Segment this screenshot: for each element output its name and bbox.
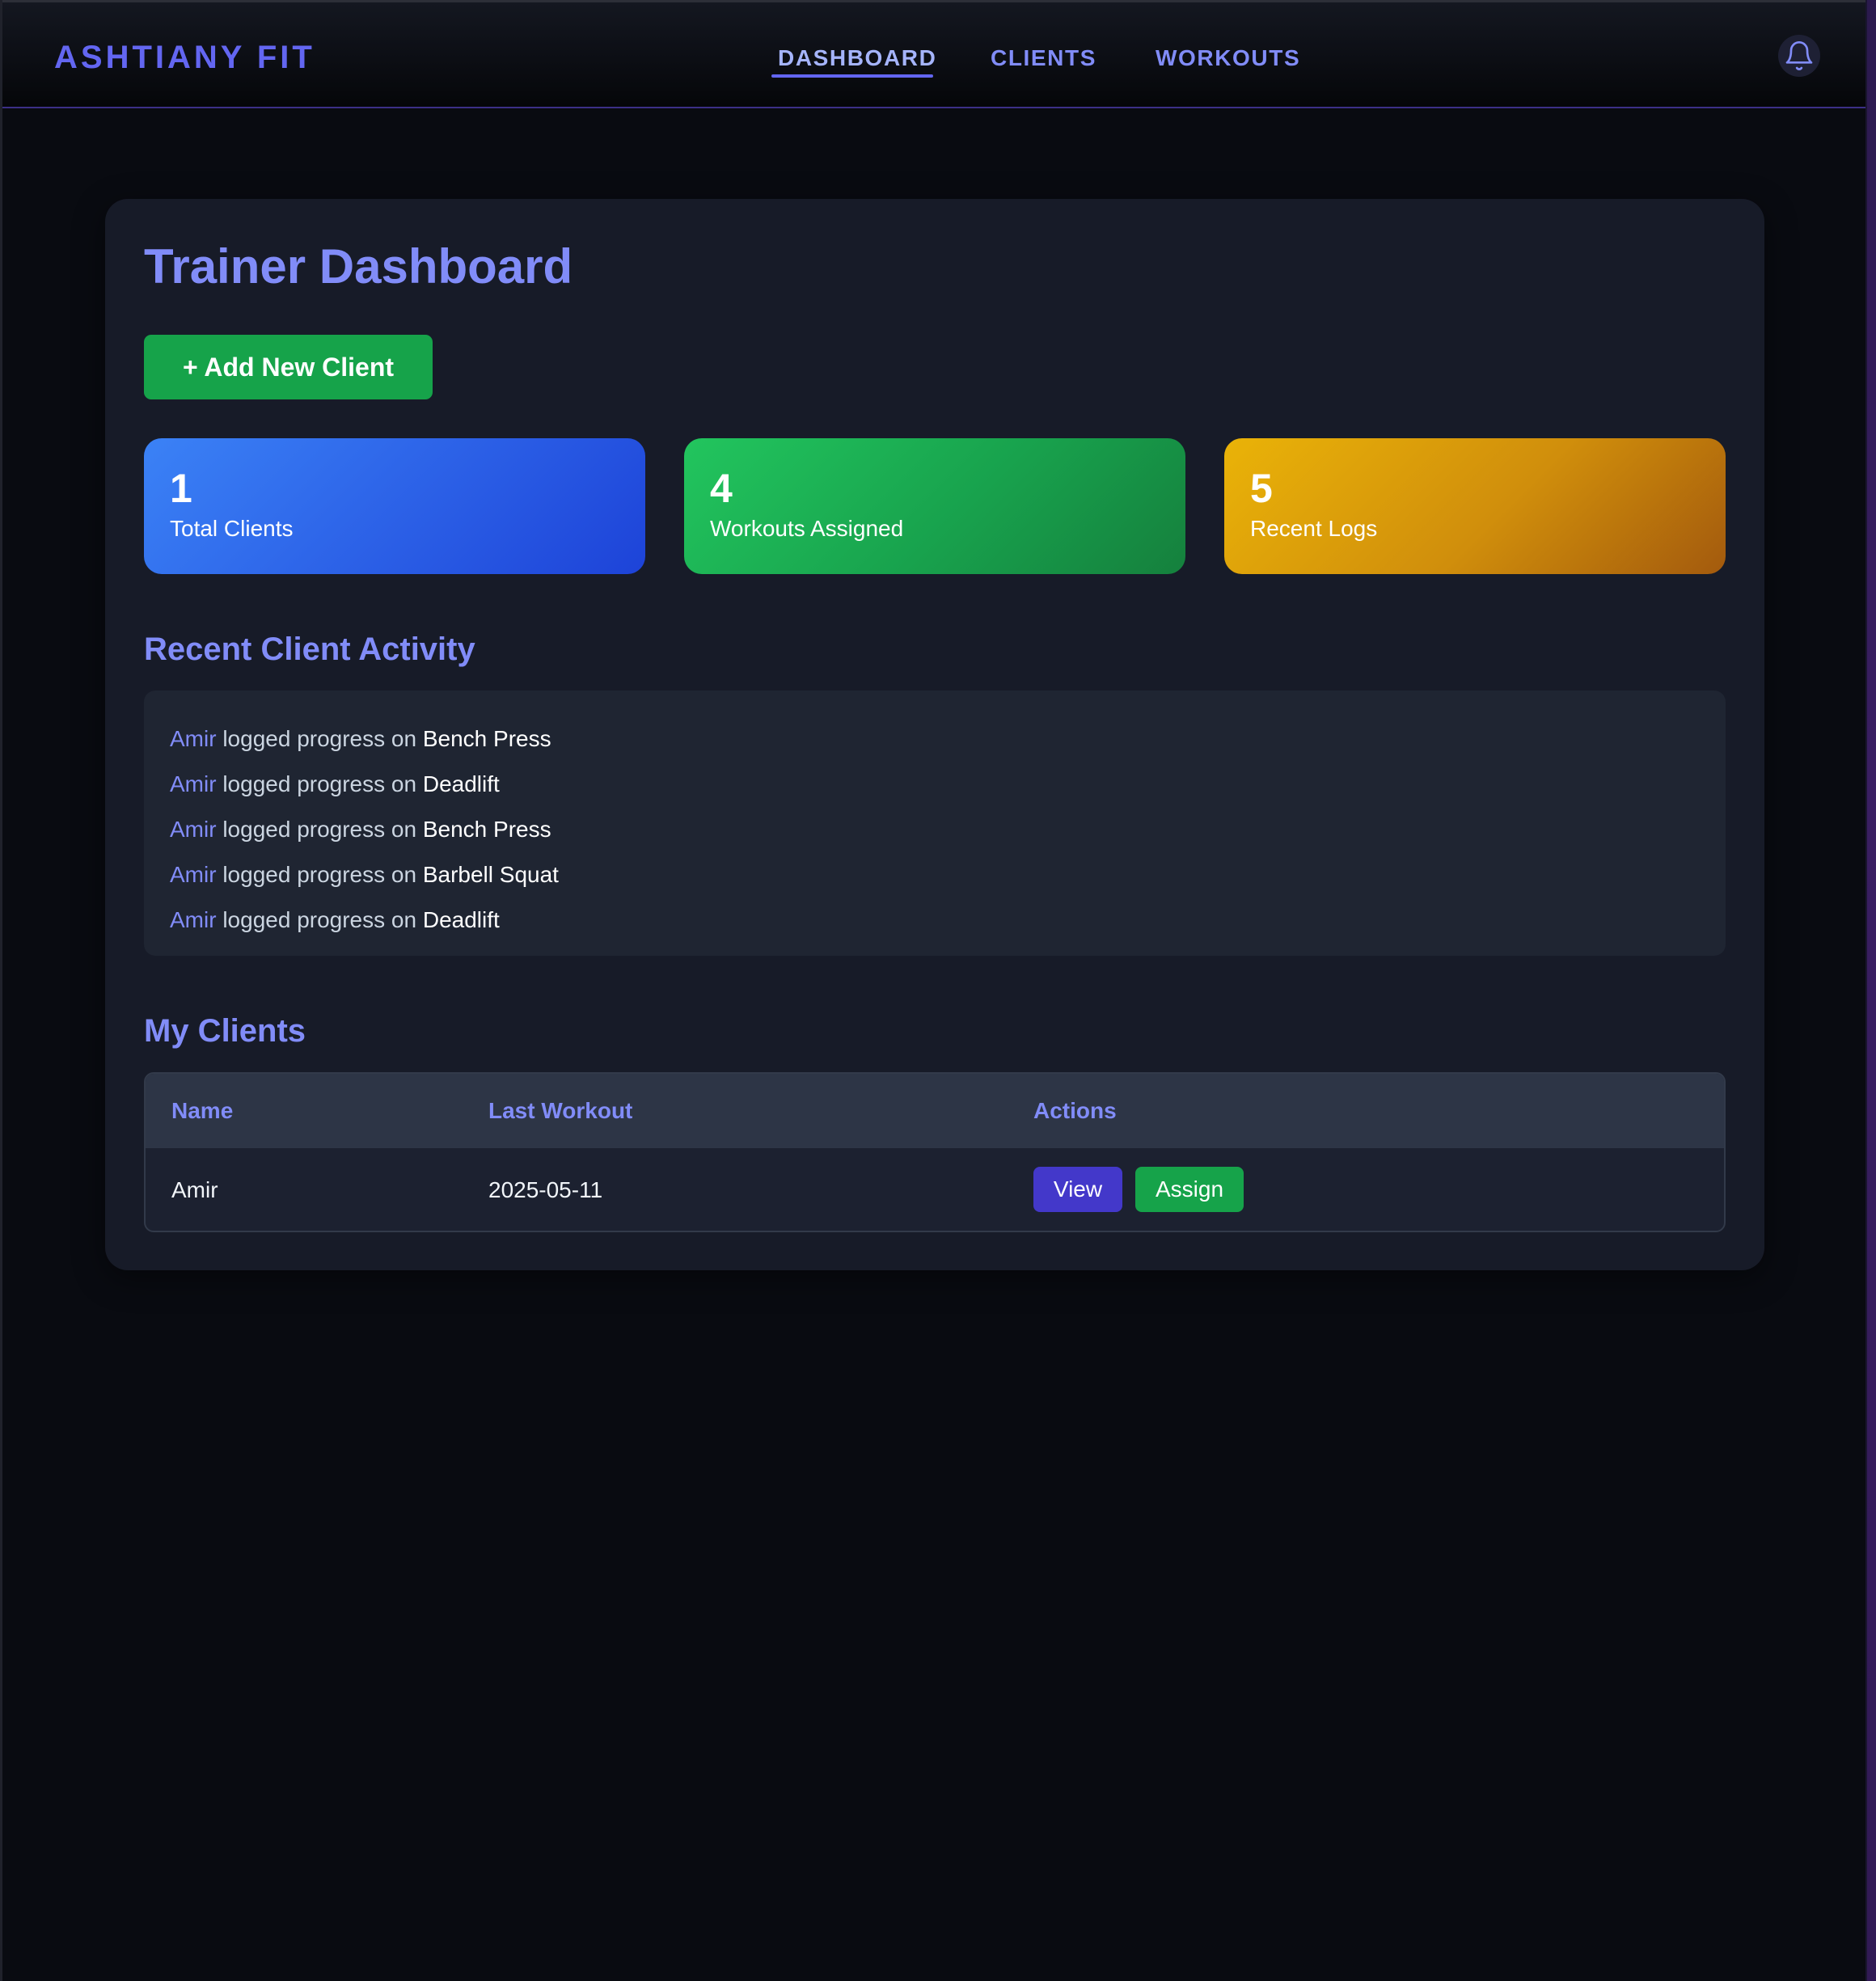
activity-client-link[interactable]: Amir bbox=[170, 771, 217, 796]
activity-exercise: Bench Press bbox=[422, 726, 551, 751]
client-name-cell: Amir bbox=[171, 1177, 218, 1202]
activity-item: Amir logged progress on Deadlift bbox=[170, 762, 1700, 807]
activity-item: Amir logged progress on Bench Press bbox=[170, 716, 1700, 762]
dashboard-panel: Trainer Dashboard + Add New Client 1 Tot… bbox=[105, 199, 1764, 1270]
activity-connector: logged progress on bbox=[222, 817, 417, 842]
stat-label: Total Clients bbox=[170, 516, 294, 541]
top-navbar: ASHTIANY FIT DASHBOARD CLIENTS WORKOUTS bbox=[2, 0, 1865, 108]
activity-item: Amir logged progress on Deadlift bbox=[170, 898, 1700, 943]
stat-value: 5 bbox=[1250, 466, 1273, 511]
column-header-name[interactable]: Name bbox=[171, 1096, 233, 1126]
view-client-button[interactable]: View bbox=[1033, 1167, 1122, 1212]
nav-clients[interactable]: CLIENTS bbox=[991, 43, 1096, 74]
stat-card-total-clients: 1 Total Clients bbox=[144, 438, 645, 574]
nav-workouts[interactable]: WORKOUTS bbox=[1156, 43, 1300, 74]
stat-card-recent-logs: 5 Recent Logs bbox=[1224, 438, 1726, 574]
activity-client-link[interactable]: Amir bbox=[170, 817, 217, 842]
stat-card-workouts-assigned: 4 Workouts Assigned bbox=[684, 438, 1185, 574]
add-new-client-button[interactable]: + Add New Client bbox=[144, 335, 433, 399]
notifications-button[interactable] bbox=[1778, 35, 1820, 77]
window-right-divider bbox=[1865, 0, 1867, 1981]
my-clients-heading: My Clients bbox=[144, 1013, 306, 1049]
activity-connector: logged progress on bbox=[222, 862, 417, 887]
last-workout-cell: 2025-05-11 bbox=[488, 1177, 603, 1202]
recent-activity-heading: Recent Client Activity bbox=[144, 631, 475, 667]
activity-exercise: Deadlift bbox=[422, 907, 500, 932]
assign-workout-button[interactable]: Assign bbox=[1135, 1167, 1244, 1212]
activity-connector: logged progress on bbox=[222, 907, 417, 932]
activity-client-link[interactable]: Amir bbox=[170, 726, 217, 751]
stat-label: Recent Logs bbox=[1250, 516, 1378, 541]
activity-client-link[interactable]: Amir bbox=[170, 907, 217, 932]
activity-exercise: Bench Press bbox=[422, 817, 551, 842]
activity-exercise: Barbell Squat bbox=[422, 862, 559, 887]
nav-dashboard[interactable]: DASHBOARD bbox=[778, 43, 936, 74]
brand-logo[interactable]: ASHTIANY FIT bbox=[54, 36, 315, 78]
column-header-last-workout[interactable]: Last Workout bbox=[488, 1096, 632, 1126]
nav-active-indicator bbox=[771, 74, 933, 78]
window-left-edge bbox=[0, 0, 2, 1981]
column-header-actions: Actions bbox=[1033, 1098, 1117, 1123]
table-row: Amir 2025-05-11 View Assign bbox=[146, 1148, 1724, 1231]
stat-value: 1 bbox=[170, 466, 192, 511]
activity-item: Amir logged progress on Bench Press bbox=[170, 807, 1700, 852]
activity-connector: logged progress on bbox=[222, 771, 417, 796]
activity-item: Amir logged progress on Barbell Squat bbox=[170, 852, 1700, 898]
activity-exercise: Deadlift bbox=[422, 771, 500, 796]
clients-table: Name Last Workout Actions Amir 2025-05-1… bbox=[144, 1072, 1726, 1232]
activity-client-link[interactable]: Amir bbox=[170, 862, 217, 887]
bell-icon bbox=[1785, 41, 1813, 70]
page-title: Trainer Dashboard bbox=[144, 239, 573, 294]
table-header: Name Last Workout Actions bbox=[146, 1074, 1724, 1148]
stat-label: Workouts Assigned bbox=[710, 516, 904, 541]
recent-activity-list: Amir logged progress on Bench Press Amir… bbox=[144, 691, 1726, 956]
stat-value: 4 bbox=[710, 466, 733, 511]
activity-connector: logged progress on bbox=[222, 726, 417, 751]
